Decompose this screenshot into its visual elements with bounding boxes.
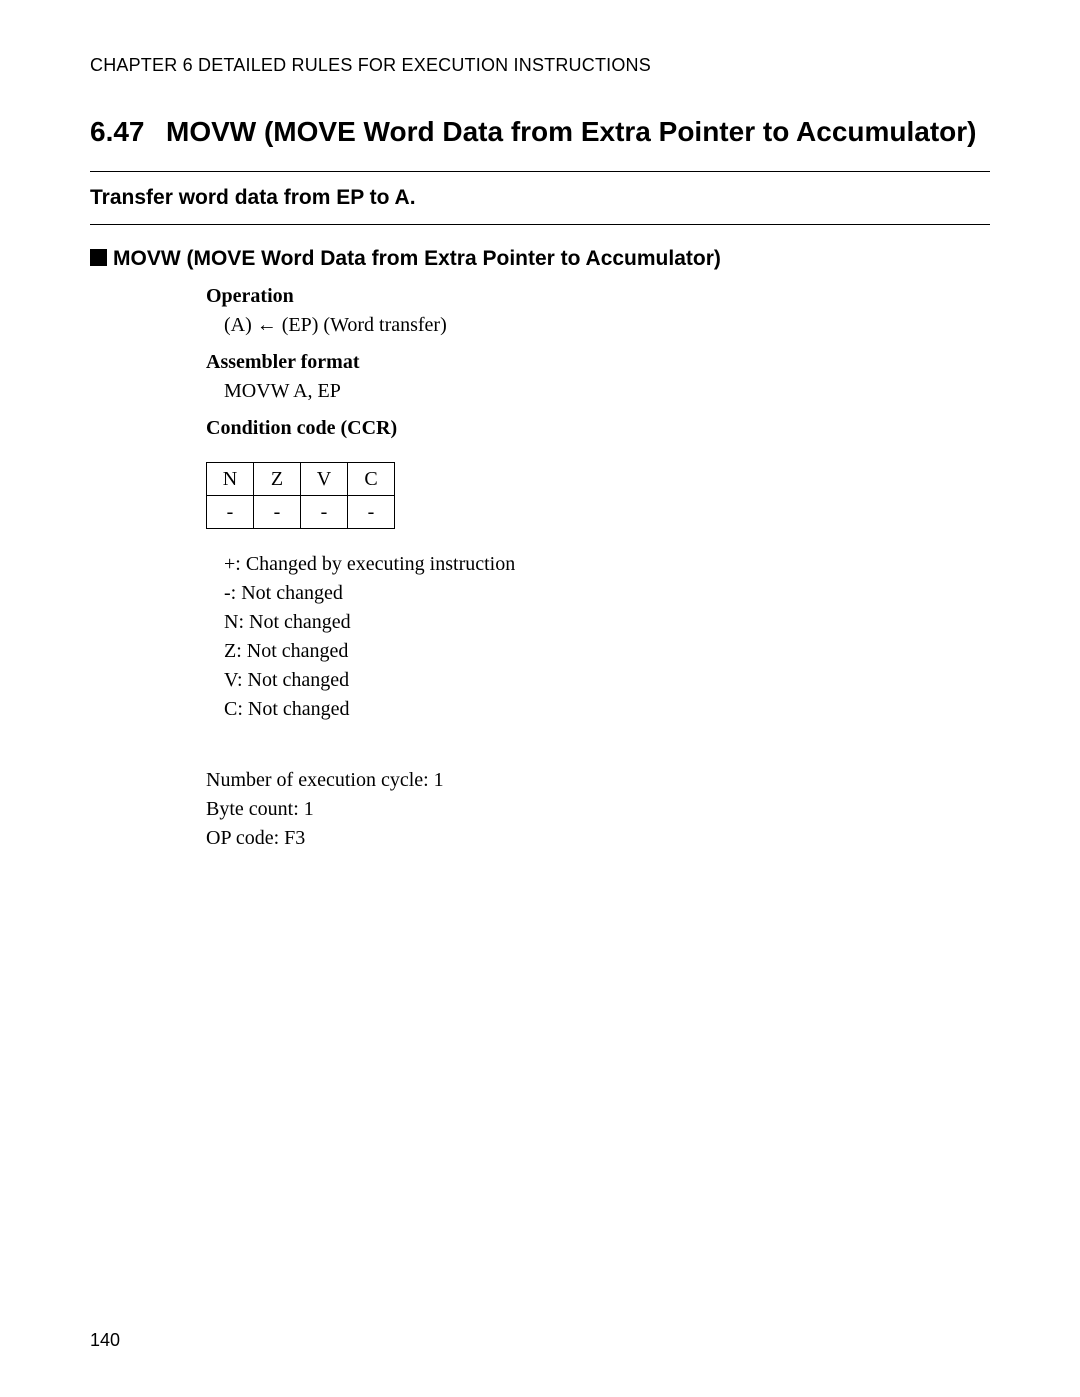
operation-value: (A) ← (EP) (Word transfer) [224, 314, 990, 337]
ccr-header-cell: Z [254, 463, 301, 496]
content-block: Operation (A) ← (EP) (Word transfer) Ass… [206, 285, 990, 850]
ccr-value-cell: - [207, 496, 254, 529]
ccr-header-row: N Z V C [207, 463, 395, 496]
section-heading: 6.47 MOVW (MOVE Word Data from Extra Poi… [90, 114, 990, 149]
page-number: 140 [90, 1330, 120, 1351]
square-bullet-icon [90, 249, 107, 266]
section-number: 6.47 [90, 114, 166, 149]
subheading-text: MOVW (MOVE Word Data from Extra Pointer … [113, 247, 721, 270]
byte-count: Byte count: 1 [206, 798, 990, 821]
divider [90, 224, 990, 225]
op-code: OP code: F3 [206, 827, 990, 850]
ccr-explain-line: N: Not changed [224, 611, 990, 634]
exec-cycle: Number of execution cycle: 1 [206, 769, 990, 792]
document-page: CHAPTER 6 DETAILED RULES FOR EXECUTION I… [0, 0, 1080, 1397]
operation-label: Operation [206, 285, 990, 308]
ccr-header-cell: V [301, 463, 348, 496]
ccr-header-cell: C [348, 463, 395, 496]
ccr-explain-line: C: Not changed [224, 698, 990, 721]
ccr-explain-line: +: Changed by executing instruction [224, 553, 990, 576]
ccr-explain-line: V: Not changed [224, 669, 990, 692]
ccr-explain-line: Z: Not changed [224, 640, 990, 663]
summary-text: Transfer word data from EP to A. [90, 172, 990, 224]
assembler-format-label: Assembler format [206, 351, 990, 374]
ccr-explain-line: -: Not changed [224, 582, 990, 605]
stats-block: Number of execution cycle: 1 Byte count:… [206, 769, 990, 850]
ccr-value-row: - - - - [207, 496, 395, 529]
ccr-header-cell: N [207, 463, 254, 496]
ccr-value-cell: - [301, 496, 348, 529]
ccr-explain-block: +: Changed by executing instruction -: N… [206, 553, 990, 721]
section-title: MOVW (MOVE Word Data from Extra Pointer … [166, 114, 990, 149]
ccr-label: Condition code (CCR) [206, 417, 990, 440]
ccr-value-cell: - [348, 496, 395, 529]
summary-block: Transfer word data from EP to A. [90, 171, 990, 225]
subheading: MOVW (MOVE Word Data from Extra Pointer … [90, 247, 990, 271]
chapter-header: CHAPTER 6 DETAILED RULES FOR EXECUTION I… [90, 55, 990, 76]
ccr-value-cell: - [254, 496, 301, 529]
assembler-format-value: MOVW A, EP [224, 380, 990, 403]
ccr-table: N Z V C - - - - [206, 462, 395, 529]
